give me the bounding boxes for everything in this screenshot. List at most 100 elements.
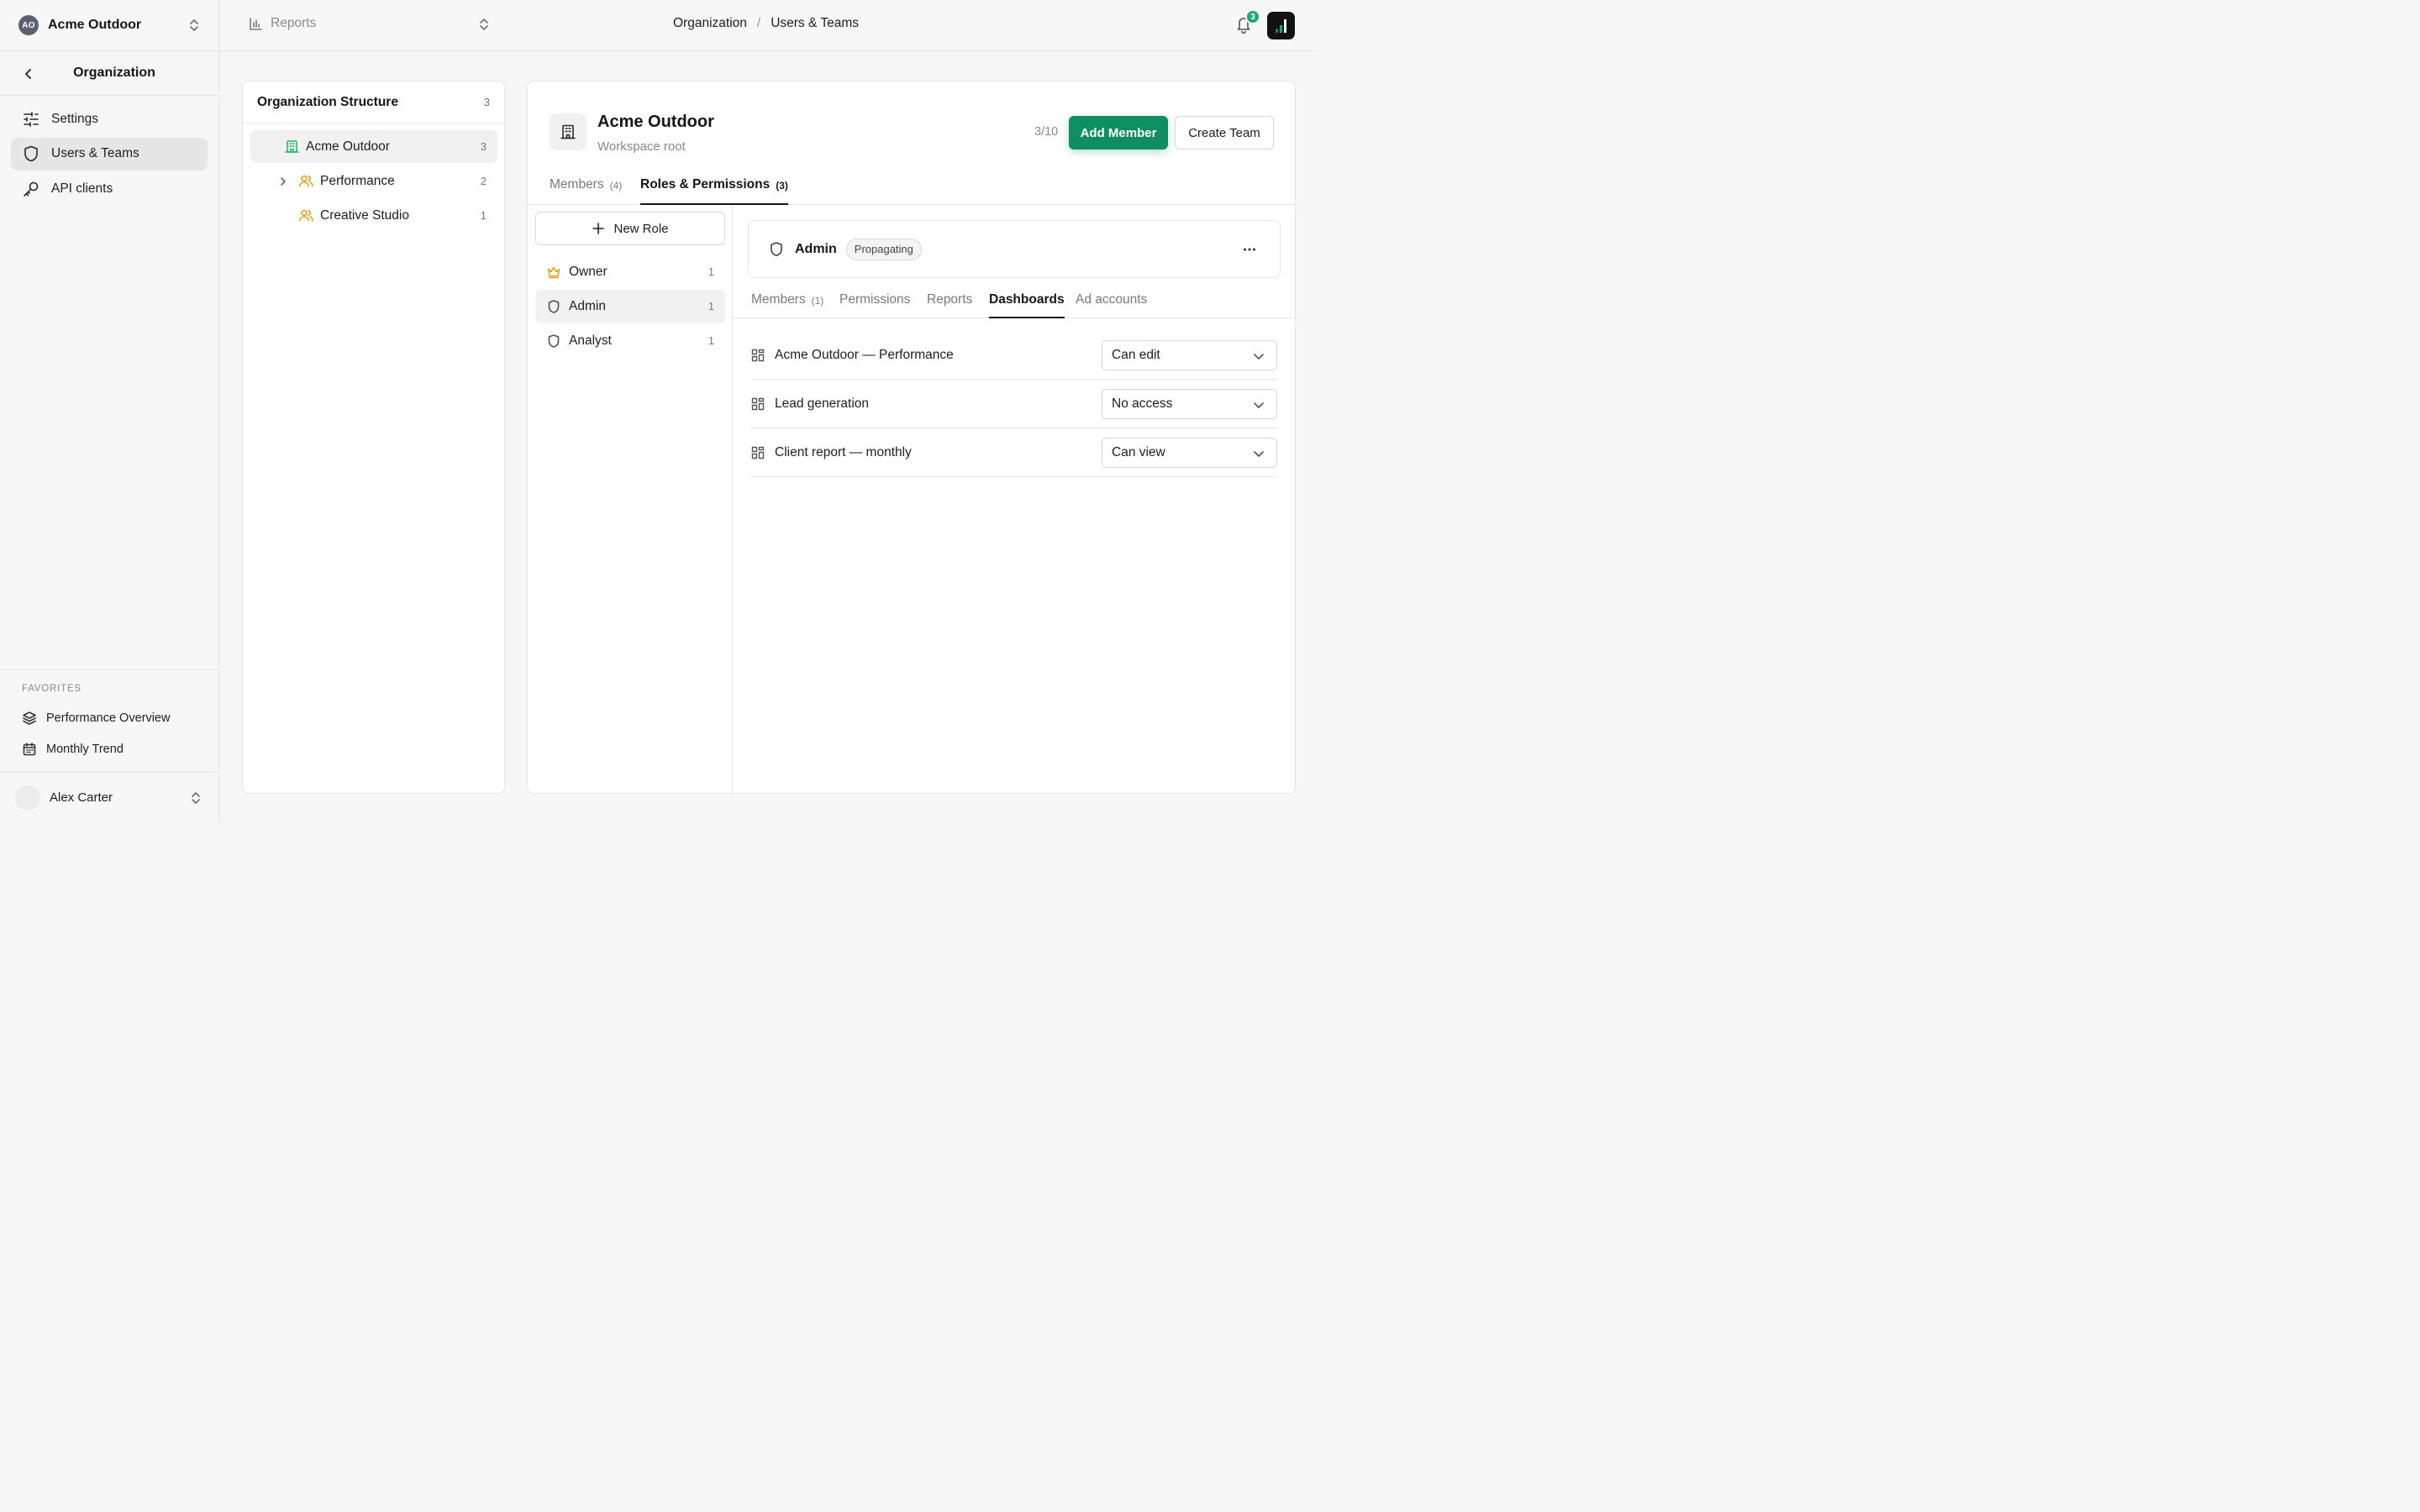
subtab-label: Ad accounts [1076, 292, 1148, 307]
tab-count: (4) [609, 180, 623, 192]
chevron-up-down-icon [190, 791, 202, 805]
more-options-icon[interactable] [1243, 247, 1256, 252]
role-count: 1 [708, 265, 714, 278]
workspace-switcher[interactable]: AO Acme Outdoor [0, 0, 218, 51]
avatar [15, 785, 40, 811]
favorite-monthly-trend[interactable]: Monthly Trend [22, 742, 124, 757]
shield-icon [768, 241, 785, 258]
report-switcher[interactable]: Reports [249, 16, 488, 31]
tree-node-creative-studio[interactable]: Creative Studio 1 [250, 199, 497, 232]
access-select[interactable]: No access [1102, 389, 1277, 419]
subtab-label: Reports [927, 292, 973, 307]
sidebar-item-label: Users & Teams [51, 146, 139, 160]
add-member-button[interactable]: Add Member [1069, 116, 1168, 150]
subtab-members[interactable]: Members (1) [751, 292, 823, 318]
shield-icon [546, 333, 561, 349]
chevron-right-icon[interactable] [279, 176, 287, 186]
tab-count: (3) [776, 180, 788, 192]
workspace-name: Acme Outdoor [48, 18, 142, 32]
building-icon [284, 139, 300, 155]
layers-icon [22, 711, 37, 726]
subtab-label: Permissions [839, 292, 911, 307]
shield-icon [22, 144, 40, 163]
sidebar-nav: Settings Users & Teams API clients [11, 102, 208, 207]
sidebar-item-settings[interactable]: Settings [11, 102, 208, 135]
dashboard-permissions-list: Acme Outdoor — Performance Can edit Lead… [750, 331, 1277, 477]
role-detail: Admin Propagating Members (1) Permission… [733, 205, 1295, 793]
building-icon [550, 113, 587, 150]
subtab-permissions[interactable]: Permissions [839, 292, 910, 318]
sidebar: AO Acme Outdoor Organization Settings Us… [0, 0, 219, 823]
role-subtabs: Members (1) Permissions Reports Dashboar… [733, 286, 1295, 318]
users-icon [298, 207, 314, 223]
plus-icon [592, 222, 605, 235]
breadcrumb-users-teams: Users & Teams [771, 16, 860, 30]
tree-node-label: Creative Studio [320, 207, 409, 223]
tree-node-acme-outdoor[interactable]: Acme Outdoor 3 [250, 130, 497, 163]
favorite-performance-overview[interactable]: Performance Overview [22, 711, 170, 726]
tab-members[interactable]: Members (4) [550, 174, 622, 205]
role-label: Analyst [569, 333, 612, 348]
favorite-label: Monthly Trend [46, 743, 124, 756]
breadcrumb-separator: / [756, 16, 761, 30]
sidebar-title: Organization [73, 66, 155, 80]
workspace-avatar: AO [18, 15, 39, 35]
subtab-dashboards[interactable]: Dashboards [989, 292, 1065, 318]
user-menu[interactable]: Alex Carter [0, 772, 218, 823]
role-card: Admin Propagating [748, 220, 1281, 278]
roles-list: New Role Owner 1 Admin 1 Analyst 1 [528, 205, 733, 793]
tree-node-count: 2 [480, 175, 487, 187]
list-item: Acme Outdoor — Performance Can edit [750, 331, 1277, 380]
org-count: 3 [483, 96, 490, 108]
top-bar: Reports Organization / Users & Teams 3 [219, 0, 1318, 51]
role-item-admin[interactable]: Admin 1 [535, 290, 725, 323]
role-count: 1 [708, 300, 714, 312]
subtab-reports[interactable]: Reports [927, 292, 972, 318]
chevron-up-down-icon [188, 18, 200, 32]
dashboard-icon [750, 348, 765, 363]
tree-node-label: Performance [320, 173, 395, 188]
seat-count: 3/10 [1034, 125, 1059, 139]
sliders-icon [22, 110, 40, 129]
sidebar-item-api-clients[interactable]: API clients [11, 172, 208, 205]
role-item-analyst[interactable]: Analyst 1 [535, 324, 725, 357]
key-icon [22, 180, 40, 198]
new-role-button[interactable]: New Role [535, 212, 725, 245]
tree-node-label: Acme Outdoor [306, 139, 390, 154]
tab-label: Members [550, 177, 604, 192]
report-switcher-label: Reports [271, 16, 317, 30]
crown-icon [546, 265, 561, 280]
access-select[interactable]: Can edit [1102, 340, 1277, 370]
new-role-label: New Role [613, 221, 669, 236]
org-structure-panel: Organization Structure 3 Acme Outdoor 3 … [242, 81, 505, 794]
sidebar-item-label: API clients [51, 181, 113, 196]
access-select[interactable]: Can view [1102, 438, 1277, 468]
tree-node-performance[interactable]: Performance 2 [250, 165, 497, 197]
role-item-owner[interactable]: Owner 1 [535, 255, 725, 288]
sidebar-item-users-teams[interactable]: Users & Teams [11, 137, 208, 171]
access-value: Can edit [1112, 348, 1160, 362]
notification-badge: 3 [1245, 9, 1260, 24]
subtab-ad-accounts[interactable]: Ad accounts [1076, 292, 1147, 318]
access-value: Can view [1112, 445, 1165, 459]
chevron-down-icon [1253, 350, 1265, 362]
breadcrumb-organization[interactable]: Organization [673, 16, 747, 31]
brand-logo[interactable] [1267, 12, 1295, 39]
calendar-icon [22, 742, 37, 757]
tree-node-count: 1 [480, 209, 487, 222]
favorites-section: FAVORITES Performance Overview Monthly T… [0, 669, 218, 772]
sidebar-header: Organization [0, 51, 218, 96]
subtab-label: Members [751, 292, 806, 307]
org-tree: Acme Outdoor 3 Performance 2 Creative St… [250, 130, 497, 232]
logo-bars-icon [1276, 19, 1286, 33]
tab-roles-permissions[interactable]: Roles & Permissions (3) [640, 174, 788, 205]
entity-panel: Acme Outdoor Workspace root 3/10 Add Mem… [527, 81, 1296, 794]
subtab-label: Dashboards [989, 292, 1065, 307]
list-item: Client report — monthly Can view [750, 428, 1277, 477]
chevron-down-icon [1253, 399, 1265, 411]
favorite-label: Performance Overview [46, 711, 171, 725]
bar-chart-icon [249, 17, 263, 31]
users-icon [298, 173, 314, 189]
create-team-button[interactable]: Create Team [1175, 116, 1274, 150]
subtab-count: (1) [811, 295, 824, 307]
